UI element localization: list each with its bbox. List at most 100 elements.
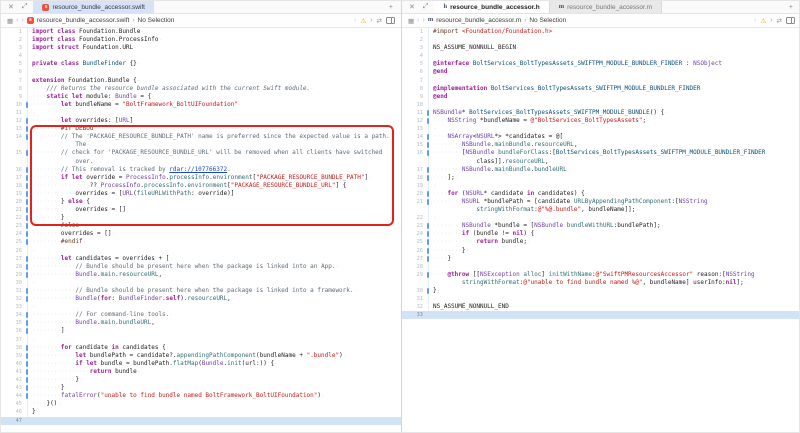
code-line[interactable]: 21············overrides = []- — [1, 206, 401, 214]
code-review-icon[interactable]: ⇄ — [377, 17, 382, 25]
code-editor-swift[interactable]: 1import class Foundation.Bundle-2import … — [1, 28, 401, 432]
code-line[interactable]: 14········// The 'PACKAGE_RESOURCE_BUNDL… — [1, 133, 401, 141]
code-line[interactable]: 7- — [402, 77, 800, 85]
code-line[interactable]: over.- — [1, 158, 401, 166]
forward-icon[interactable]: › — [423, 17, 425, 24]
code-line[interactable]: class]].resourceURL,- — [402, 158, 800, 166]
tab-resource_bundle_accessor.swift[interactable]: sresource_bundle_accessor.swift — [33, 1, 154, 13]
code-line[interactable]: 25········#endif- — [1, 238, 401, 246]
related-items-icon[interactable]: ▦ — [408, 17, 414, 25]
code-line[interactable]: 45····}()- — [1, 400, 401, 408]
code-line[interactable]: 14····NSArray<NSURL*> *candidates = @[- — [402, 133, 800, 141]
related-items-icon[interactable]: ▦ — [7, 17, 13, 25]
code-line[interactable]: 11- — [1, 109, 401, 117]
adjust-editor-options-icon[interactable] — [386, 17, 395, 24]
code-line[interactable]: 29····@throw [[NSException alloc] initWi… — [402, 271, 800, 279]
warning-icon[interactable]: ⚠ — [760, 17, 766, 25]
code-line[interactable]: 22- — [402, 214, 800, 222]
code-line[interactable]: 23········#else- — [1, 222, 401, 230]
code-line[interactable]: 4- — [402, 52, 800, 60]
code-line[interactable]: 17········NSBundle.mainBundle.bundleURL- — [402, 166, 800, 174]
code-line[interactable]: 33- — [402, 311, 800, 319]
code-line[interactable]: 13········#if DEBUG- — [1, 125, 401, 133]
breadcrumb-file[interactable]: resource_bundle_accessor.swift — [37, 17, 130, 24]
next-issue-icon[interactable]: › — [770, 17, 772, 24]
code-line[interactable]: 12····NSString *bundleName = @"BoltServi… — [402, 117, 800, 125]
code-line[interactable]: 16········[NSBundle bundleForClass:[Bolt… — [402, 149, 800, 157]
code-line[interactable]: 5@interface BoltServices_BoltTypesAssets… — [402, 60, 800, 68]
code-line[interactable]: 5private class BundleFinder {}- — [1, 60, 401, 68]
code-line[interactable]: 1#import <Foundation/Foundation.h>- — [402, 28, 800, 36]
code-line[interactable]: 7extension Foundation.Bundle {- — [1, 77, 401, 85]
breadcrumb-selection[interactable]: No Selection — [138, 17, 175, 24]
code-line[interactable]: 4- — [1, 52, 401, 60]
code-line[interactable]: 16········// This removal is tracked by … — [1, 166, 401, 174]
code-line[interactable]: 42············}- — [1, 376, 401, 384]
code-line[interactable]: 37- — [1, 336, 401, 344]
code-line[interactable]: 22········}- — [1, 214, 401, 222]
code-line[interactable]: 15········NSBundle.mainBundle.resourceUR… — [402, 141, 800, 149]
tab-resource_bundle_accessor.h[interactable]: hresource_bundle_accessor.h — [434, 1, 548, 13]
code-line[interactable]: 2import class Foundation.ProcessInfo- — [1, 36, 401, 44]
code-line[interactable]: 25············return bundle;- — [402, 238, 800, 246]
code-line[interactable]: 24········overrides = []- — [1, 230, 401, 238]
code-line[interactable]: 28············// Bundle should be presen… — [1, 263, 401, 271]
next-issue-icon[interactable]: › — [370, 17, 372, 24]
code-line[interactable]: 6- — [1, 68, 401, 76]
code-line[interactable]: 36········]- — [1, 327, 401, 335]
previous-issue-icon[interactable]: ‹ — [354, 17, 356, 24]
expand-editor-icon[interactable]: ⤢ — [18, 1, 32, 13]
code-line[interactable]: 12········let overrides: [URL]- — [1, 117, 401, 125]
code-line[interactable]: 3import struct Foundation.URL- — [1, 44, 401, 52]
code-line[interactable]: 17········if let override = ProcessInfo.… — [1, 174, 401, 182]
code-line[interactable]: 6@end- — [402, 68, 800, 76]
code-line[interactable]: 10- — [402, 101, 800, 109]
code-line[interactable]: 18····];- — [402, 174, 800, 182]
code-line[interactable]: 31- — [402, 295, 800, 303]
tab-resource_bundle_accessor.m[interactable]: mresource_bundle_accessor.m — [549, 1, 662, 13]
warning-icon[interactable]: ⚠ — [360, 17, 366, 25]
code-line[interactable]: 27········let candidates = overrides + [… — [1, 255, 401, 263]
code-line[interactable]: stringWithFormat:@"unable to find bundle… — [402, 279, 800, 287]
code-line[interactable]: 47- — [1, 417, 401, 425]
code-line[interactable]: 11NSBundle* BoltServices_BoltTypesAssets… — [402, 109, 800, 117]
code-line[interactable]: 30- — [1, 279, 401, 287]
code-line[interactable]: 18················?? ProcessInfo.process… — [1, 182, 401, 190]
code-line[interactable]: 27····}- — [402, 255, 800, 263]
code-line[interactable]: stringWithFormat:@"%@.bundle", bundleNam… — [402, 206, 800, 214]
code-line[interactable]: 31············// Bundle should be presen… — [1, 287, 401, 295]
code-line[interactable]: 15········// check for 'PACKAGE_RESOURCE… — [1, 149, 401, 157]
code-line[interactable]: 19············overrides = [URL(fileURLWi… — [1, 190, 401, 198]
back-icon[interactable]: ‹ — [417, 17, 419, 24]
breadcrumb-file[interactable]: resource_bundle_accessor.m — [436, 17, 521, 24]
code-line[interactable]: 3NS_ASSUME_NONNULL_BEGIN- — [402, 44, 800, 52]
add-tab-icon[interactable]: + — [785, 1, 797, 13]
code-review-icon[interactable]: ⇄ — [777, 17, 782, 25]
code-line[interactable]: 20········} else {- — [1, 198, 401, 206]
add-tab-icon[interactable]: + — [385, 1, 397, 13]
code-line[interactable]: 23········NSBundle *bundle = [NSBundle b… — [402, 222, 800, 230]
close-split-icon[interactable]: ✕ — [402, 1, 419, 13]
code-line[interactable]: 24········if (bundle != nil) {- — [402, 230, 800, 238]
code-line[interactable]: 38········for candidate in candidates {- — [1, 344, 401, 352]
code-line[interactable]: The- — [1, 141, 401, 149]
code-line[interactable]: 44········fatalError("unable to find bun… — [1, 392, 401, 400]
code-line[interactable]: 46}- — [1, 408, 401, 416]
code-line[interactable]: 40············if let bundle = bundlePath… — [1, 360, 401, 368]
code-line[interactable]: 1import class Foundation.Bundle- — [1, 28, 401, 36]
forward-icon[interactable]: › — [22, 17, 24, 24]
code-line[interactable]: 32NS_ASSUME_NONNULL_END- — [402, 303, 800, 311]
code-line[interactable]: 28- — [402, 263, 800, 271]
back-icon[interactable]: ‹ — [16, 17, 18, 24]
code-line[interactable]: 9····static let module: Bundle = {- — [1, 93, 401, 101]
code-line[interactable]: 10········let bundleName = "BoltFramewor… — [1, 101, 401, 109]
code-line[interactable]: 20····for (NSURL* candidate in candidate… — [402, 190, 800, 198]
code-line[interactable]: 26········}- — [402, 247, 800, 255]
code-line[interactable]: 32············Bundle(for: BundleFinder.s… — [1, 295, 401, 303]
adjust-editor-options-icon[interactable] — [786, 17, 795, 24]
code-line[interactable]: 26- — [1, 247, 401, 255]
code-line[interactable]: 30}- — [402, 287, 800, 295]
code-line[interactable]: 34············// For command-line tools.… — [1, 311, 401, 319]
code-line[interactable]: 29············Bundle.main.resourceURL,- — [1, 271, 401, 279]
code-line[interactable]: 43········}- — [1, 384, 401, 392]
